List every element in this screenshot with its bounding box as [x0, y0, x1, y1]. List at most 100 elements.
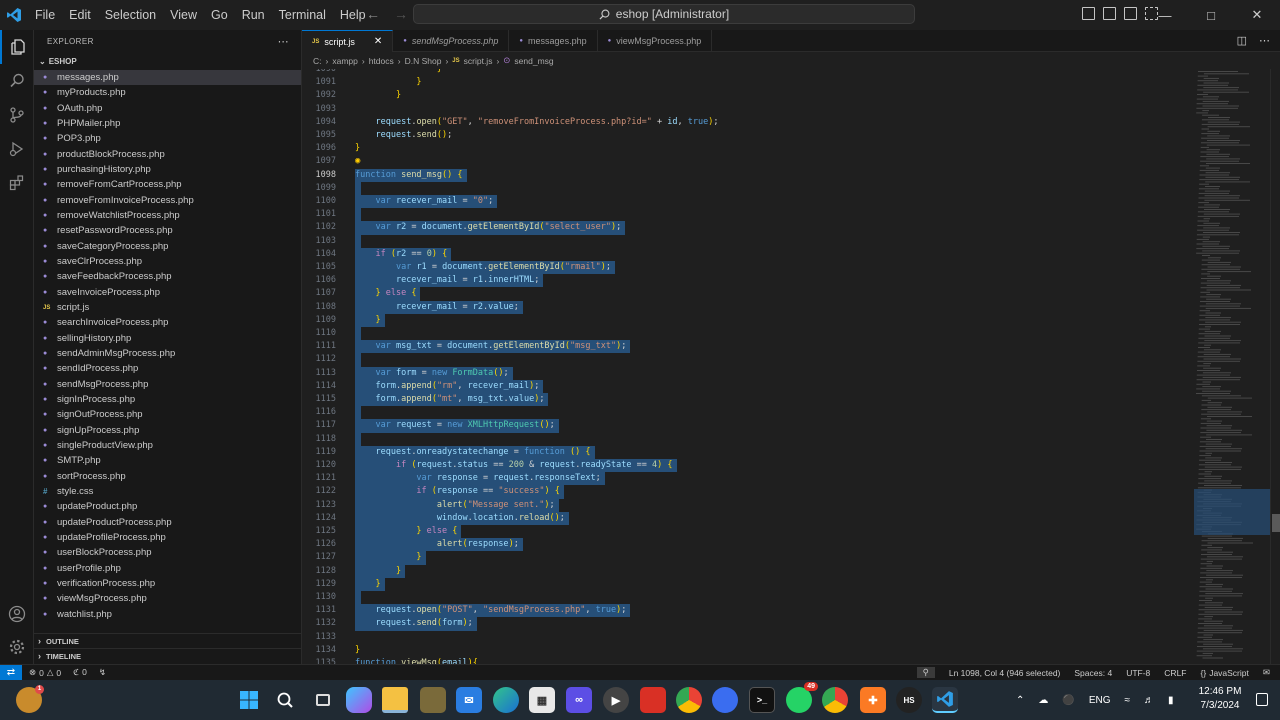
code-line[interactable]: 1130 ​ — [302, 591, 1192, 605]
problems-indicator[interactable]: ⊗ 0 △ 0 — [29, 667, 61, 678]
file-item[interactable]: ● removeFromInvoiceProcess.php — [34, 193, 301, 208]
breadcrumb-item[interactable]: D.N Shop — [405, 56, 442, 66]
ports-indicator[interactable]: ℭ0 — [73, 667, 87, 678]
code-line[interactable]: 1108 recever_mail = r2.value; — [302, 300, 1192, 314]
clock[interactable]: 12:46 PM 7/3/2024 — [1196, 685, 1244, 713]
code-line[interactable]: 1094 request.open("GET", "removeFromInvo… — [302, 116, 1192, 129]
file-item[interactable]: ● messages.php — [34, 70, 301, 86]
terminal-icon[interactable]: >_ — [749, 687, 775, 713]
whatsapp-icon[interactable]: 49 — [786, 682, 818, 713]
toggle-panel-icon[interactable] — [1103, 7, 1116, 20]
lightbulb-icon[interactable]: ◉ — [355, 155, 360, 168]
tab-sendmsgprocess[interactable]: ● sendMsgProcess.php — [393, 30, 510, 52]
vscode-taskbar-icon[interactable] — [932, 687, 958, 713]
code-line[interactable]: 1102 var r2 = document.getElementById("s… — [302, 221, 1192, 235]
code-line[interactable]: 1135 function viewMsg(email){ — [302, 657, 1192, 664]
chrome-icon[interactable] — [676, 687, 702, 713]
file-item[interactable]: ● removeWatchlistProcess.php — [34, 208, 301, 223]
more-actions-icon[interactable]: ⋯ — [1259, 34, 1270, 47]
file-item[interactable]: ● sortProcess.php — [34, 469, 301, 484]
breadcrumb-item[interactable]: htdocs — [369, 56, 394, 66]
code-line[interactable]: 1107 } else { — [302, 287, 1192, 301]
command-center-search[interactable]: eshop [Administrator] — [413, 4, 915, 24]
breadcrumb-item[interactable]: C: — [313, 56, 322, 66]
file-item[interactable]: ● userBlockProcess.php — [34, 545, 301, 560]
code-line[interactable]: 1123 alert("Message sent."); — [302, 498, 1192, 512]
volume-icon[interactable]: ♬ — [1144, 695, 1154, 706]
hs-app-icon[interactable]: HS — [896, 687, 922, 713]
code-line[interactable]: 1097 ◉ — [302, 155, 1192, 168]
code-line[interactable]: 1126 alert(response); — [302, 538, 1192, 552]
toggle-secondary-sidebar-icon[interactable] — [1124, 7, 1137, 20]
code-line[interactable]: 1103 ​ — [302, 234, 1192, 248]
code-line[interactable]: 1109 } — [302, 313, 1192, 327]
tab-script-js[interactable]: JS script.js ✕ — [302, 30, 394, 52]
code-line[interactable]: 1125 } else { — [302, 525, 1192, 539]
file-item[interactable]: ● sendAdminMsgProcess.php — [34, 346, 301, 361]
code-line[interactable]: 1127 } — [302, 551, 1192, 565]
code-line[interactable]: 1124 window.location.reload(); — [302, 511, 1192, 525]
search-view-icon[interactable] — [0, 64, 34, 98]
media-player-icon[interactable]: ▶ — [603, 687, 629, 713]
run-debug-icon[interactable] — [0, 132, 34, 166]
chrome-profile-icon[interactable] — [822, 687, 848, 713]
cloud-icon[interactable]: ☁ — [1038, 695, 1048, 706]
code-line[interactable]: 1093 — [302, 103, 1192, 116]
explorer-icon[interactable] — [0, 30, 34, 64]
extensions-icon[interactable] — [0, 166, 34, 200]
file-item[interactable]: ● myProducts.php — [34, 85, 301, 100]
file-item[interactable]: ● saveCategoryProcess.php — [34, 239, 301, 254]
more-actions-icon[interactable]: ⋯ — [278, 35, 289, 48]
file-item[interactable]: ● productBlockProcess.php — [34, 147, 301, 162]
code-line[interactable]: 1090 } — [302, 69, 1192, 76]
scrollbar-thumb[interactable] — [1272, 514, 1280, 532]
file-item[interactable]: ● signInProcess.php — [34, 392, 301, 407]
minimap[interactable] — [1192, 69, 1270, 664]
battery-icon[interactable]: ▮ — [1168, 695, 1174, 706]
code-line[interactable]: 1116 ​ — [302, 406, 1192, 420]
file-item[interactable]: ● resetPasswordProcess.php — [34, 223, 301, 238]
lightning-icon[interactable]: ↯ — [99, 667, 106, 678]
code-line[interactable]: 1100 var recever_mail = "0"; — [302, 195, 1192, 209]
file-item[interactable]: ● saveFeedbackProcess.php — [34, 269, 301, 284]
weather-widget-icon[interactable]: 1 — [16, 685, 44, 713]
breadcrumb-item[interactable]: xampp — [332, 56, 358, 66]
back-arrow-icon[interactable]: ← — [366, 6, 380, 22]
menu-view[interactable]: View — [163, 0, 204, 30]
code-line[interactable]: 1117 var request = new XMLHttpRequest(); — [302, 419, 1192, 433]
code-line[interactable]: 1095 request.send(); — [302, 129, 1192, 142]
menu-selection[interactable]: Selection — [98, 0, 163, 30]
code-line[interactable]: 1134} — [302, 644, 1192, 657]
timeline-section[interactable]: › TIMELINE — [34, 648, 302, 663]
source-control-icon[interactable] — [0, 98, 34, 132]
code-line[interactable]: 1121 var response = request.responseText… — [302, 472, 1192, 486]
microphone-icon[interactable]: ⚫ — [1062, 695, 1074, 706]
outline-section[interactable]: › OUTLINE — [34, 633, 302, 648]
line-ending[interactable]: CRLF — [1164, 668, 1186, 678]
file-item[interactable]: ● searchInvoiceProcess.php — [34, 315, 301, 330]
xampp-icon[interactable]: ✚ — [860, 687, 886, 713]
file-item[interactable]: ● saveInvoiceProcess.php — [34, 285, 301, 300]
file-item[interactable]: ● PHPMailer.php — [34, 116, 301, 131]
code-line[interactable]: 1098 function send_msg() { — [302, 168, 1192, 182]
code-line[interactable]: 1091 } — [302, 76, 1192, 89]
code-line[interactable]: 1122 if (response == "success") { — [302, 485, 1192, 499]
file-item[interactable]: ● updateProductProcess.php — [34, 515, 301, 530]
start-windows-icon[interactable] — [236, 687, 262, 713]
code-line[interactable]: 1105 var r1 = document.getElementById("r… — [302, 261, 1192, 275]
file-item[interactable]: JS script.js — [34, 300, 301, 315]
indentation[interactable]: Spaces: 4 — [1074, 668, 1112, 678]
menu-edit[interactable]: Edit — [62, 0, 98, 30]
settings-gear-icon[interactable] — [0, 630, 34, 664]
code-line[interactable]: 1113 var form = new FormData(); — [302, 366, 1192, 380]
vertical-scrollbar[interactable] — [1270, 69, 1280, 664]
menu-terminal[interactable]: Terminal — [272, 0, 333, 30]
task-view-icon[interactable] — [310, 687, 336, 713]
code-line[interactable]: 1115 form.append("mt", msg_txt.value); — [302, 393, 1192, 407]
photos-app-icon[interactable] — [420, 687, 446, 713]
code-line[interactable]: 1104 if (r2 == 0) { — [302, 247, 1192, 261]
notifications-bell-icon[interactable]: ✉ — [1263, 667, 1270, 678]
file-item[interactable]: ● sendIdProcess.php — [34, 361, 301, 376]
file-explorer-icon[interactable] — [382, 687, 408, 713]
code-line[interactable]: 1133 — [302, 631, 1192, 644]
